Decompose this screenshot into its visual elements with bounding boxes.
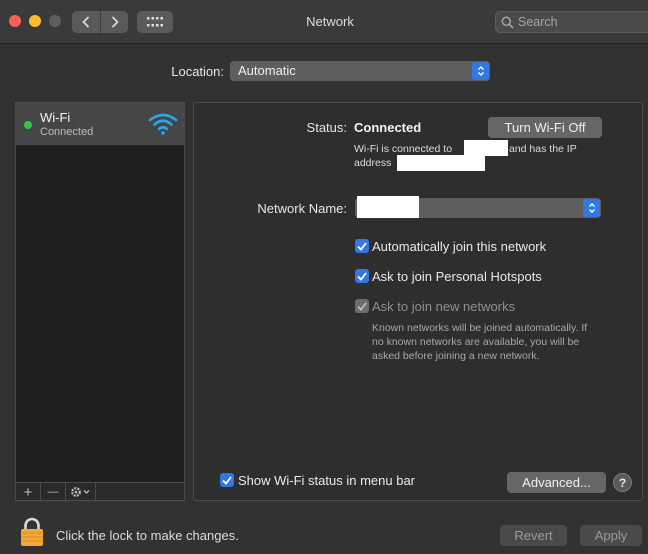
ask-new-networks-help: Known networks will be joined automatica… <box>372 321 587 363</box>
service-list-toolbar: + — <box>16 482 184 501</box>
wifi-icon <box>148 113 178 135</box>
search-placeholder: Search <box>518 15 558 29</box>
lock-icon[interactable] <box>20 517 44 547</box>
action-menu-button[interactable] <box>66 483 96 501</box>
service-item-wifi[interactable]: Wi-Fi Connected <box>16 103 184 145</box>
auto-join-label[interactable]: Automatically join this network <box>372 239 546 254</box>
help-line-2: no known networks are available, you wil… <box>372 336 580 348</box>
service-name: Wi-Fi <box>40 110 71 125</box>
revert-button[interactable]: Revert <box>500 525 567 546</box>
redacted-network-name <box>464 140 508 156</box>
network-name-select[interactable] <box>355 196 601 218</box>
status-label: Status: <box>306 120 347 135</box>
ask-hotspots-checkbox[interactable] <box>355 269 369 283</box>
service-list: Wi-Fi Connected + — <box>15 102 185 501</box>
location-label: Location: <box>171 64 224 79</box>
auto-join-checkbox[interactable] <box>355 239 369 253</box>
lock-message: Click the lock to make changes. <box>56 528 239 543</box>
ask-new-networks-label: Ask to join new networks <box>372 299 516 314</box>
checkmark-icon <box>357 241 367 251</box>
advanced-button[interactable]: Advanced... <box>507 472 606 493</box>
status-dot <box>24 121 32 129</box>
select-arrows-icon <box>472 62 489 80</box>
show-menu-bar-label[interactable]: Show Wi-Fi status in menu bar <box>238 473 415 488</box>
help-line-1: Known networks will be joined automatica… <box>372 322 588 334</box>
minus-icon: — <box>47 486 59 498</box>
status-desc-part1: Wi-Fi is connected to <box>354 143 453 155</box>
service-status: Connected <box>40 126 94 138</box>
ask-hotspots-label[interactable]: Ask to join Personal Hotspots <box>372 269 542 284</box>
location-select[interactable]: Automatic <box>230 61 490 81</box>
show-menu-bar-checkbox[interactable] <box>220 473 234 487</box>
gear-icon <box>70 487 89 497</box>
status-description-line1: Wi-Fi is connected to <box>354 142 452 156</box>
checkmark-icon <box>357 301 367 311</box>
apply-button[interactable]: Apply <box>580 525 642 546</box>
redacted-network-value <box>357 196 419 218</box>
status-desc-part3: address <box>354 157 392 169</box>
add-service-button[interactable]: + <box>16 483 41 501</box>
status-desc-part2: and has the IP <box>509 143 577 155</box>
select-arrows-icon <box>583 199 600 217</box>
plus-icon: + <box>23 483 33 501</box>
checkmark-icon <box>357 271 367 281</box>
search-icon <box>501 16 514 29</box>
help-button[interactable]: ? <box>613 473 632 492</box>
status-value: Connected <box>354 120 422 135</box>
checkmark-icon <box>222 475 232 485</box>
help-line-3: asked before joining a new network. <box>372 350 540 362</box>
turn-wifi-off-button[interactable]: Turn Wi-Fi Off <box>488 117 602 138</box>
redacted-ip-address <box>397 155 485 171</box>
remove-service-button[interactable]: — <box>41 483 66 501</box>
ask-new-networks-checkbox <box>355 299 369 313</box>
location-value: Automatic <box>238 63 296 78</box>
network-name-label: Network Name: <box>257 201 347 216</box>
search-field[interactable]: Search <box>495 11 648 33</box>
